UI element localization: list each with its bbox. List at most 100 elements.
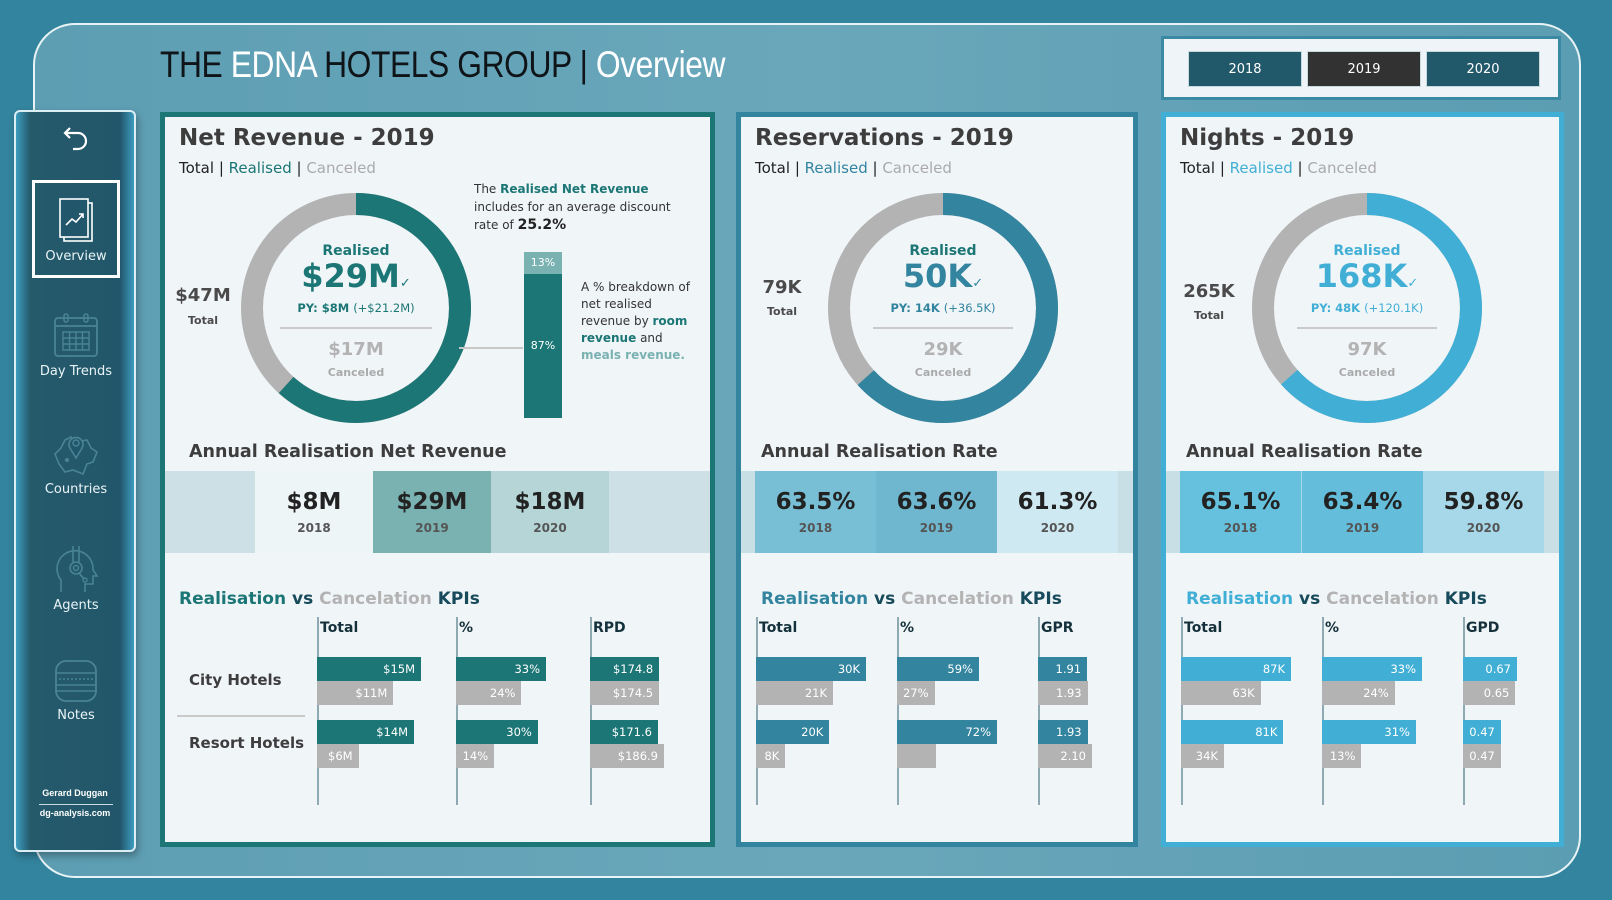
kpi-axis	[756, 617, 758, 805]
connector-line	[459, 347, 523, 349]
year-button-2019[interactable]: 2019	[1307, 51, 1421, 87]
canceled-bar[interactable]: $174.5	[590, 681, 660, 705]
canceled-bar[interactable]: $11M	[317, 681, 394, 705]
canceled-bar[interactable]: 0.47	[1463, 744, 1501, 768]
annual-cell-2018[interactable]: 65.1% 2018	[1180, 471, 1302, 553]
page-title: THE EDNA HOTELS GROUP | Overview	[160, 44, 726, 85]
annual-cell-2019[interactable]: 63.6% 2019	[876, 471, 997, 553]
realised-bar[interactable]: 30%	[456, 720, 538, 744]
realised-bar[interactable]: 30K	[756, 657, 866, 681]
kpi-column-header: Total	[1184, 620, 1223, 636]
realised-value: $29M✓	[301, 257, 411, 295]
kpi-column-header: %	[900, 620, 915, 636]
sidebar-item-notes[interactable]: Notes	[32, 658, 120, 723]
realised-bar[interactable]: 1.93	[1038, 720, 1088, 744]
canceled-bar[interactable]: $6M	[317, 744, 359, 768]
donut-legend: Total | Realised | Canceled	[755, 159, 952, 177]
kpi-column-header: %	[459, 620, 474, 636]
annual-cell-2020[interactable]: 61.3% 2020	[997, 471, 1118, 553]
realised-bar[interactable]: $174.8	[590, 657, 660, 681]
realised-bar[interactable]: 33%	[1322, 657, 1422, 681]
year-button-2018[interactable]: 2018	[1188, 51, 1302, 87]
kpi-axis	[456, 617, 458, 805]
donut-center: Realised $29M✓ PY: $8M (+$21.2M) $17M Ca…	[266, 243, 446, 379]
canceled-bar[interactable]: 24%	[1322, 681, 1395, 705]
annual-cell-2018[interactable]: $8M 2018	[255, 471, 373, 553]
canceled-label: Canceled	[327, 366, 385, 379]
sidebar-item-day-trends[interactable]: Day Trends	[32, 312, 120, 379]
annual-cell-2019[interactable]: $29M 2019	[373, 471, 491, 553]
credit-divider	[39, 804, 113, 805]
realised-bar[interactable]: 31%	[1322, 720, 1416, 744]
canceled-bar[interactable]: 21K	[756, 681, 833, 705]
kpi-column-header: Total	[320, 620, 359, 636]
donut-center: Realised 168K✓ PY: 48K (+120.1K) 97K Can…	[1277, 243, 1457, 379]
realised-bar[interactable]: $15M	[317, 657, 421, 681]
sidebar-item-label: Countries	[44, 482, 108, 497]
kpi-title: Realisation vs Cancelation KPIs	[179, 589, 480, 609]
donut-legend: Total | Realised | Canceled	[179, 159, 376, 177]
canceled-bar[interactable]	[897, 744, 936, 768]
kpi-column-header: GPD	[1466, 620, 1500, 636]
canceled-bar[interactable]: 14%	[456, 744, 495, 768]
realised-bar[interactable]: 87K	[1181, 657, 1291, 681]
annual-cell-2020[interactable]: 59.8% 2020	[1423, 471, 1544, 553]
kpi-axis	[1038, 617, 1040, 805]
canceled-bar[interactable]: 27%	[897, 681, 935, 705]
annual-cell-2019[interactable]: 63.4% 2019	[1302, 471, 1423, 553]
canceled-bar[interactable]: $186.9	[590, 744, 664, 768]
discount-note: The Realised Net Revenue includes for an…	[474, 182, 671, 233]
canceled-bar[interactable]: 24%	[456, 681, 522, 705]
realised-bar[interactable]: $14M	[317, 720, 415, 744]
revenue-breakdown-bar: 13% 87%	[524, 252, 562, 418]
back-button[interactable]	[32, 118, 120, 162]
realised-bar[interactable]: 59%	[897, 657, 979, 681]
year-slicer: 2018 2019 2020	[1161, 36, 1561, 100]
total-value: 79K	[762, 277, 802, 298]
card-title: Net Revenue - 2019	[179, 125, 435, 151]
realised-bar[interactable]: 0.67	[1463, 657, 1517, 681]
sidebar-item-agents[interactable]: Agents	[32, 542, 120, 613]
annual-cell-2018[interactable]: 63.5% 2018	[755, 471, 876, 553]
author-name: Gerard Duggan	[42, 788, 108, 798]
total-value: 265K	[1183, 281, 1235, 302]
kpi-axis	[1463, 617, 1465, 805]
sidebar-item-overview[interactable]: Overview	[32, 180, 120, 278]
realised-bar[interactable]: 81K	[1181, 720, 1284, 744]
kpi-axis	[897, 617, 899, 805]
sidebar-item-countries[interactable]: Countries	[32, 428, 120, 497]
realised-bar[interactable]: 20K	[756, 720, 830, 744]
canceled-bar[interactable]: 2.10	[1038, 744, 1092, 768]
author-site[interactable]: dg-analysis.com	[16, 808, 134, 818]
canceled-bar[interactable]: 1.93	[1038, 681, 1088, 705]
prior-year: PY: $8M (+$21.2M)	[297, 301, 415, 315]
annual-title: Annual Realisation Rate	[1186, 442, 1423, 462]
year-button-2020[interactable]: 2020	[1426, 51, 1540, 87]
realised-bar[interactable]: 33%	[456, 657, 546, 681]
realised-bar[interactable]: 1.91	[1038, 657, 1088, 681]
realised-bar[interactable]: $171.6	[590, 720, 658, 744]
donut-center: Realised 50K✓ PY: 14K (+36.5K) 29K Cance…	[853, 243, 1033, 379]
sidebar-nav: Overview Day Trends Countries Agents Not…	[14, 110, 136, 852]
prior-year: PY: 14K (+36.5K)	[890, 301, 996, 315]
chart-report-icon	[59, 197, 93, 242]
reservations-card: Reservations - 2019 Total | Realised | C…	[736, 112, 1138, 847]
sidebar-item-label: Agents	[53, 598, 99, 613]
row-label: City Hotels	[189, 671, 282, 689]
canceled-bar[interactable]: 8K	[756, 744, 786, 768]
realised-bar[interactable]: 0.47	[1463, 720, 1501, 744]
annual-strip: 63.5% 2018 63.6% 2019 61.3% 2020	[741, 471, 1133, 553]
annual-strip: $8M 2018 $29M 2019 $18M 2020	[165, 471, 710, 553]
realised-bar[interactable]: 72%	[897, 720, 997, 744]
canceled-bar[interactable]: 0.65	[1463, 681, 1516, 705]
annual-cell-2020[interactable]: $18M 2020	[491, 471, 609, 553]
realised-value: 50K✓	[902, 257, 984, 295]
meals-segment: 13%	[524, 252, 562, 274]
total-label: Total	[187, 314, 219, 327]
canceled-bar[interactable]: 63K	[1181, 681, 1261, 705]
total-label: Total	[1193, 309, 1225, 322]
annual-title: Annual Realisation Net Revenue	[189, 442, 507, 462]
canceled-bar[interactable]: 34K	[1181, 744, 1224, 768]
canceled-bar[interactable]: 13%	[1322, 744, 1362, 768]
net-revenue-card: Net Revenue - 2019 Total | Realised | Ca…	[160, 112, 715, 847]
